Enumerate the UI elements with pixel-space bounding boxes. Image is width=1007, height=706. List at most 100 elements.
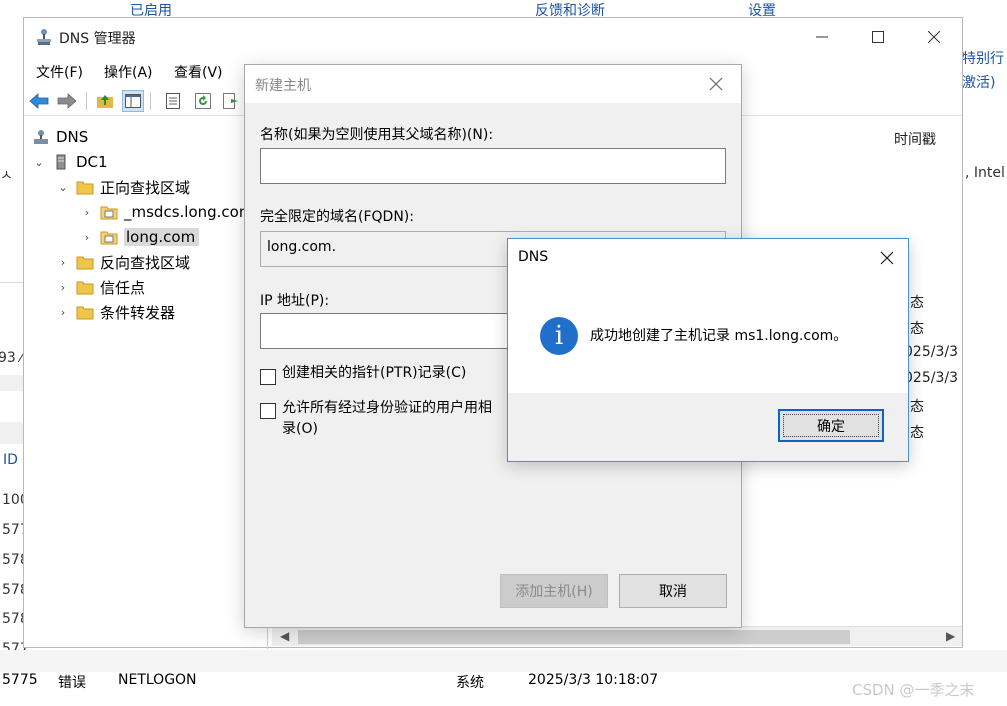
list-cell: 态	[910, 425, 924, 441]
menu-action[interactable]: 操作(A)	[104, 62, 153, 82]
bg-left-frag: 93 ⁄	[0, 350, 23, 366]
properties-icon	[166, 93, 180, 109]
bg-left-frag: ㅅ	[0, 168, 13, 184]
message-text: 成功地创建了主机记录 ms1.long.com。	[590, 328, 848, 344]
tree-label: 信任点	[100, 278, 146, 297]
chevron-right-icon[interactable]: ›	[56, 256, 70, 269]
maximize-button[interactable]	[850, 18, 906, 56]
back-button[interactable]	[28, 90, 50, 112]
name-label: 名称(如果为空则使用其父域名称)(N):	[260, 127, 494, 143]
maximize-icon	[872, 31, 884, 43]
tree-label: 条件转发器	[100, 303, 176, 322]
allow-update-checkbox[interactable]	[260, 403, 276, 419]
tree-item-forward-zone[interactable]: ⌄ 正向查找区域	[56, 175, 190, 199]
bg-event-time: 2025/3/3 10:18:07	[528, 672, 659, 688]
minimize-icon	[816, 36, 828, 38]
tree-label: 正向查找区域	[100, 178, 191, 197]
column-header-timestamp[interactable]: 时间戳	[894, 129, 936, 149]
chevron-right-icon[interactable]: ›	[80, 206, 94, 219]
message-box-title: DNS	[518, 249, 549, 265]
add-host-button[interactable]: 添加主机(H)	[500, 574, 608, 608]
chevron-down-icon[interactable]: ⌄	[32, 156, 46, 169]
bg-band	[0, 375, 23, 391]
tree-label-selected: long.com	[124, 228, 200, 246]
menu-file[interactable]: 文件(F)	[36, 62, 83, 82]
name-input[interactable]	[260, 148, 726, 184]
fqdn-label: 完全限定的域名(FQDN):	[260, 209, 414, 225]
cancel-button[interactable]: 取消	[619, 574, 727, 608]
close-icon[interactable]	[877, 248, 897, 268]
bg-event-id: 5775	[2, 672, 38, 688]
close-button[interactable]	[906, 18, 962, 56]
folder-icon	[76, 281, 94, 295]
new-host-title: 新建主机	[255, 78, 311, 94]
new-host-titlebar[interactable]: 新建主机	[245, 65, 741, 103]
tree-item-dns[interactable]: DNS	[32, 125, 88, 149]
up-level-button[interactable]	[94, 90, 116, 112]
zone-icon	[100, 206, 118, 220]
close-icon[interactable]	[705, 73, 727, 95]
tree-label: DC1	[76, 153, 108, 171]
toolbar-separator	[150, 92, 151, 110]
chevron-right-icon[interactable]: ›	[56, 306, 70, 319]
tree-item-dc1[interactable]: ⌄ DC1	[32, 150, 108, 174]
info-icon: i	[540, 317, 578, 355]
console-tree-icon	[125, 94, 141, 108]
ptr-checkbox[interactable]	[260, 369, 276, 385]
tree-label: _msdcs.long.com	[124, 203, 254, 221]
bg-separator	[0, 282, 23, 283]
refresh-button[interactable]	[192, 90, 214, 112]
chevron-down-icon[interactable]: ⌄	[56, 181, 70, 194]
arrow-left-icon	[29, 93, 49, 109]
dns-message-box: DNS i 成功地创建了主机记录 ms1.long.com。 确定	[507, 238, 909, 462]
bg-right-frag: , Intel	[965, 165, 1005, 181]
scroll-right-icon[interactable]: ▶	[946, 629, 955, 643]
forward-button[interactable]	[56, 90, 78, 112]
tree-label: 反向查找区域	[100, 253, 191, 272]
folder-icon	[76, 256, 94, 270]
menu-view[interactable]: 查看(V)	[174, 62, 223, 82]
allow-update-label-line2[interactable]: 录(O)	[282, 419, 318, 440]
tree-label: DNS	[56, 128, 89, 146]
minimize-button[interactable]	[794, 18, 850, 56]
scroll-left-icon[interactable]: ◀	[280, 629, 289, 643]
list-cell: 025/3/3	[904, 370, 958, 386]
focus-rect	[783, 414, 879, 437]
bg-event-log: 系统	[456, 675, 484, 691]
horizontal-scrollbar[interactable]: ◀ ▶	[272, 626, 962, 646]
titlebar[interactable]: DNS 管理器	[24, 18, 962, 56]
export-button[interactable]	[220, 90, 242, 112]
ok-button[interactable]: 确定	[778, 409, 884, 442]
bg-band	[0, 422, 23, 444]
ptr-checkbox-label[interactable]: 创建相关的指针(PTR)记录(C)	[282, 363, 466, 384]
tree-item-msdcs[interactable]: › _msdcs.long.com	[80, 200, 254, 224]
ip-label: IP 地址(P):	[260, 293, 330, 309]
server-icon	[56, 154, 66, 170]
bg-right-frag: 激活)	[962, 75, 996, 91]
tree-item-conditional-forwarders[interactable]: › 条件转发器	[56, 300, 175, 324]
dns-server-icon	[37, 29, 51, 45]
tree-item-reverse-zone[interactable]: › 反向查找区域	[56, 250, 190, 274]
folder-up-icon	[97, 95, 113, 108]
show-tree-button[interactable]	[122, 90, 144, 112]
refresh-icon	[195, 93, 211, 109]
bg-column-id: ID	[3, 452, 18, 468]
window-title: DNS 管理器	[59, 31, 136, 47]
allow-update-label-line1[interactable]: 允许所有经过身份验证的用户用相	[282, 398, 492, 419]
scrollbar-thumb[interactable]	[298, 630, 850, 644]
chevron-right-icon[interactable]: ›	[56, 281, 70, 294]
properties-button[interactable]	[162, 90, 184, 112]
folder-icon	[76, 181, 94, 195]
list-cell: 025/3/3	[904, 344, 958, 360]
bg-right-frag: 特别行	[962, 51, 1004, 67]
bg-row-band	[0, 650, 1007, 672]
tree-item-trust-points[interactable]: › 信任点	[56, 275, 145, 299]
chevron-right-icon[interactable]: ›	[80, 231, 94, 244]
dns-icon	[34, 130, 48, 144]
zone-icon	[100, 231, 118, 245]
console-tree: DNS ⌄ DC1 ⌄ 正向查找区域 › _msdcs.long.com › l…	[24, 122, 268, 649]
tree-item-long-com[interactable]: › long.com	[80, 225, 200, 249]
bg-event-level: 错误	[58, 675, 86, 691]
message-body: DNS i 成功地创建了主机记录 ms1.long.com。	[508, 239, 908, 393]
toolbar-separator	[86, 92, 87, 110]
